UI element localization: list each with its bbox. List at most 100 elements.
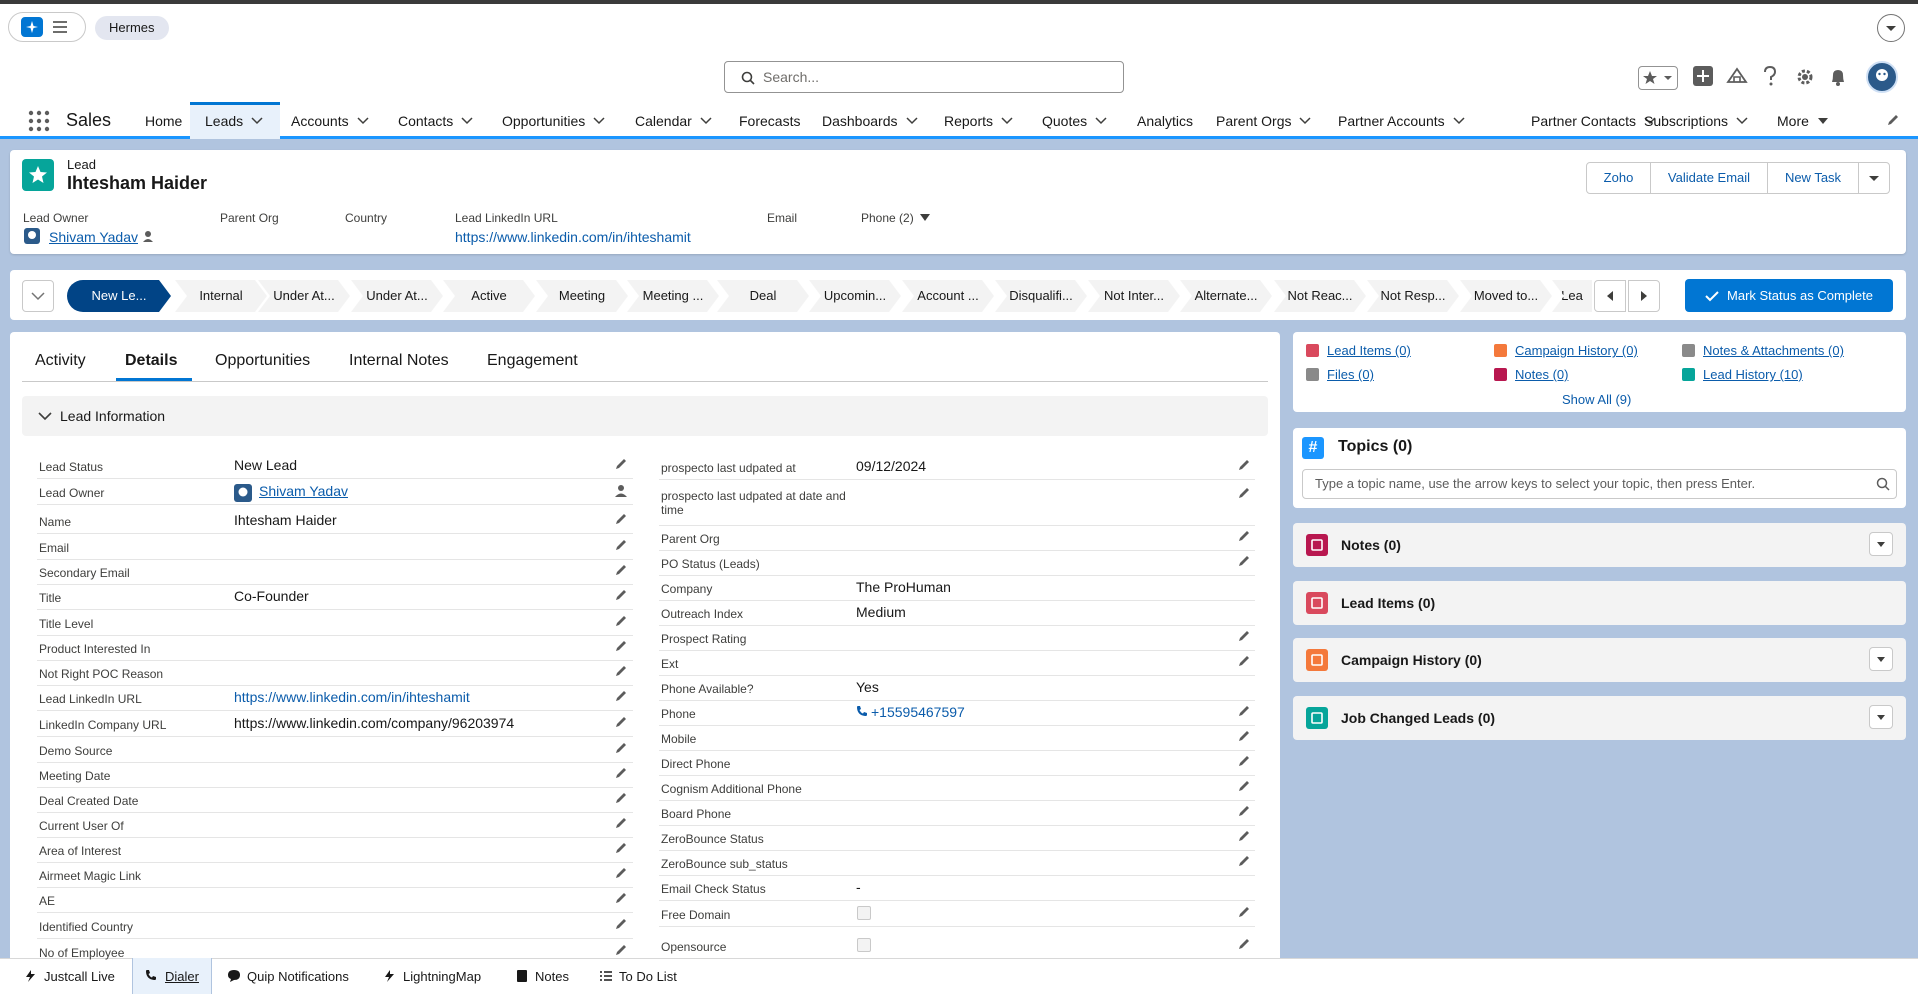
path-stage-8[interactable]: Deal — [717, 280, 809, 312]
path-stage-3[interactable]: Under At... — [258, 280, 350, 312]
tab-activity[interactable]: Activity — [35, 352, 86, 370]
edit-pencil-icon[interactable] — [1237, 905, 1251, 919]
utility-item-justcall-live[interactable]: Justcall Live — [12, 958, 127, 994]
zoho-button[interactable]: Zoho — [1586, 162, 1651, 194]
edit-pencil-icon[interactable] — [614, 766, 628, 780]
tab-opportunities[interactable]: Opportunities — [215, 352, 310, 370]
edit-pencil-icon[interactable] — [1237, 854, 1251, 868]
related-link-notes-attachments-0[interactable]: Notes & Attachments (0) — [1703, 343, 1844, 358]
path-stage-11[interactable]: Disqualifi... — [995, 280, 1087, 312]
highlight-phone-dropdown[interactable]: Phone (2) — [861, 211, 930, 225]
utility-item-lightningmap[interactable]: LightningMap — [371, 958, 493, 994]
related-link-lead-history-10[interactable]: Lead History (10) — [1703, 367, 1803, 382]
nav-item-partner-contacts[interactable]: Partner Contacts — [1531, 104, 1656, 138]
app-launcher-toggle[interactable] — [8, 12, 86, 42]
edit-pencil-icon[interactable] — [614, 614, 628, 628]
path-stage-4[interactable]: Under At... — [351, 280, 443, 312]
related-list-menu-button[interactable] — [1869, 647, 1893, 671]
path-stage-5[interactable]: Active — [443, 280, 535, 312]
new-task-button[interactable]: New Task — [1767, 162, 1859, 194]
edit-pencil-icon[interactable] — [614, 816, 628, 830]
show-all-link[interactable]: Show All (9) — [1562, 392, 1631, 407]
notifications-bell-icon[interactable] — [1829, 67, 1847, 87]
chevron-down-icon[interactable] — [357, 117, 369, 125]
chevron-down-icon[interactable] — [700, 117, 712, 125]
edit-pencil-icon[interactable] — [614, 943, 628, 957]
change-owner-icon[interactable] — [614, 483, 628, 497]
edit-pencil-icon[interactable] — [1237, 458, 1251, 472]
hermes-pill[interactable]: Hermes — [95, 16, 169, 40]
chevron-down-icon[interactable] — [1299, 117, 1312, 125]
trailhead-icon[interactable] — [1726, 66, 1748, 86]
edit-pencil-icon[interactable] — [614, 791, 628, 805]
nav-item-analytics[interactable]: Analytics — [1137, 104, 1193, 138]
edit-pencil-icon[interactable] — [614, 715, 628, 729]
nav-item-forecasts[interactable]: Forecasts — [739, 104, 800, 138]
edit-pencil-icon[interactable] — [1237, 629, 1251, 643]
nav-item-parent-orgs[interactable]: Parent Orgs — [1216, 104, 1312, 138]
path-stage-7[interactable]: Meeting ... — [627, 280, 719, 312]
path-stage-10[interactable]: Account ... — [902, 280, 994, 312]
related-link-notes-0[interactable]: Notes (0) — [1515, 367, 1568, 382]
related-list-menu-button[interactable] — [1869, 705, 1893, 729]
path-toggle-button[interactable] — [22, 280, 54, 312]
edit-pencil-icon[interactable] — [614, 689, 628, 703]
topic-input[interactable]: Type a topic name, use the arrow keys to… — [1302, 469, 1897, 499]
edit-pencil-icon[interactable] — [1237, 529, 1251, 543]
edit-pencil-icon[interactable] — [614, 866, 628, 880]
chevron-down-icon[interactable] — [1453, 117, 1465, 125]
lead-information-section-header[interactable]: Lead Information — [22, 396, 1268, 436]
edit-pencil-icon[interactable] — [1237, 654, 1251, 668]
path-stage-2[interactable]: Internal — [175, 280, 267, 312]
tab-details[interactable]: Details — [125, 352, 177, 370]
utility-item-notes[interactable]: Notes — [503, 958, 581, 994]
related-list-title[interactable]: Campaign History (0) — [1341, 652, 1482, 668]
utility-item-quip-notifications[interactable]: Quip Notifications — [215, 958, 361, 994]
tab-internal-notes[interactable]: Internal Notes — [349, 352, 449, 370]
nav-item-home[interactable]: Home — [145, 104, 182, 138]
window-dropdown-icon[interactable] — [1877, 14, 1905, 42]
edit-pencil-icon[interactable] — [614, 664, 628, 678]
chevron-down-icon[interactable] — [1736, 117, 1748, 125]
more-actions-button[interactable] — [1858, 162, 1890, 194]
related-list-title[interactable]: Job Changed Leads (0) — [1341, 710, 1495, 726]
nav-item-contacts[interactable]: Contacts — [398, 104, 473, 138]
path-stage-6[interactable]: Meeting — [536, 280, 628, 312]
edit-pencil-icon[interactable] — [1237, 937, 1251, 951]
edit-pencil-icon[interactable] — [1237, 779, 1251, 793]
nav-item-calendar[interactable]: Calendar — [635, 104, 712, 138]
path-stage-15[interactable]: Not Resp... — [1367, 280, 1459, 312]
global-search-input[interactable]: Search... — [724, 61, 1124, 93]
nav-item-subscriptions[interactable]: Subscriptions — [1644, 104, 1748, 138]
chevron-down-icon[interactable] — [1001, 117, 1013, 125]
edit-pencil-icon[interactable] — [614, 588, 628, 602]
highlight-owner-link[interactable]: Shivam Yadav — [49, 229, 138, 245]
nav-item-reports[interactable]: Reports — [944, 104, 1013, 138]
nav-item-quotes[interactable]: Quotes — [1042, 104, 1107, 138]
chevron-down-icon[interactable] — [1817, 117, 1829, 125]
path-stage-16[interactable]: Moved to... — [1460, 280, 1552, 312]
nav-item-accounts[interactable]: Accounts — [291, 104, 369, 138]
nav-edit-pencil-icon[interactable] — [1886, 113, 1900, 127]
edit-pencil-icon[interactable] — [1237, 729, 1251, 743]
field-value-phone[interactable]: +15595467597 — [871, 704, 965, 720]
chevron-down-icon[interactable] — [1095, 117, 1107, 125]
chevron-down-icon[interactable] — [251, 117, 263, 125]
validate-email-button[interactable]: Validate Email — [1650, 162, 1768, 194]
edit-pencil-icon[interactable] — [614, 457, 628, 471]
nav-item-leads[interactable]: Leads — [205, 104, 263, 138]
utility-item-dialer[interactable]: Dialer — [132, 958, 212, 994]
nav-item-dashboards[interactable]: Dashboards — [822, 104, 918, 138]
related-list-title[interactable]: Lead Items (0) — [1341, 595, 1435, 611]
path-stage-13[interactable]: Alternate... — [1180, 280, 1272, 312]
nav-item-more[interactable]: More — [1777, 104, 1829, 138]
change-owner-icon[interactable] — [142, 230, 154, 242]
path-stage-1[interactable]: New Le... — [67, 280, 171, 312]
favorites-button[interactable] — [1638, 66, 1678, 90]
help-icon[interactable] — [1762, 66, 1778, 86]
mark-complete-button[interactable]: Mark Status as Complete — [1685, 279, 1893, 312]
global-actions-icon[interactable] — [1693, 66, 1713, 86]
edit-pencil-icon[interactable] — [614, 841, 628, 855]
edit-pencil-icon[interactable] — [1237, 754, 1251, 768]
edit-pencil-icon[interactable] — [614, 741, 628, 755]
